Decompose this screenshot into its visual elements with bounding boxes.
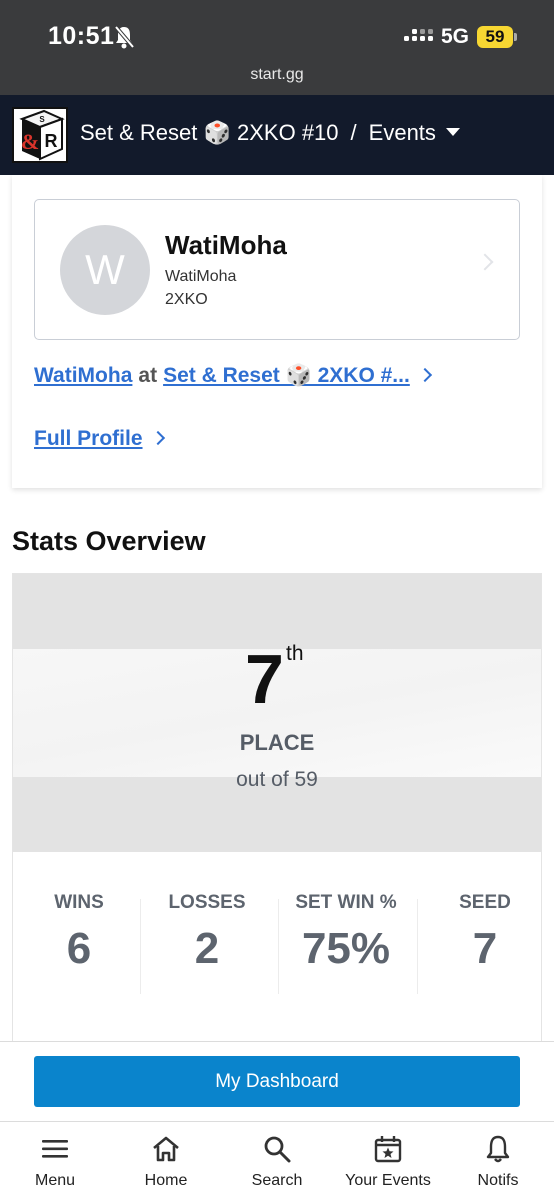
menu-icon (42, 1140, 68, 1158)
home-icon (153, 1136, 179, 1162)
caret-down-icon (445, 128, 460, 137)
status-bar: 10:51 5G 59 start.gg (0, 0, 554, 95)
bottom-bar: My Dashboard Menu Home Search Your Event… (0, 1041, 554, 1199)
calendar-star-icon (374, 1136, 402, 1163)
event-link-at: at (138, 364, 158, 387)
svg-text:&: & (21, 129, 39, 154)
tab-label: Notifs (477, 1172, 519, 1189)
tournament-title-link[interactable]: Set & Reset 🎲 2XKO #10 (80, 120, 339, 145)
tab-home[interactable]: Home (111, 1122, 221, 1199)
logo-icon: R & S (19, 109, 65, 161)
stat-seed: SEED 7 (419, 892, 551, 974)
player-name: WatiMoha (165, 230, 287, 260)
address-bar-url[interactable]: start.gg (0, 66, 554, 84)
stat-value: 7 (472, 924, 498, 973)
bell-icon (486, 1135, 510, 1163)
tab-your-events[interactable]: Your Events (333, 1122, 443, 1199)
player-game: 2XKO (165, 291, 208, 308)
header-breadcrumb: Set & Reset 🎲 2XKO #10 / Events (80, 120, 460, 146)
tab-label: Menu (34, 1172, 76, 1189)
events-dropdown[interactable]: Events (369, 120, 460, 145)
breadcrumb-separator: / (350, 120, 357, 145)
stat-value: 6 (66, 924, 92, 973)
tournament-logo[interactable]: R & S (12, 107, 68, 163)
tab-label: Search (251, 1172, 303, 1189)
svg-text:R: R (45, 131, 58, 151)
stat-set-win-pct: SET WIN % 75% (280, 892, 412, 974)
placement-total: out of 59 (236, 768, 318, 791)
placement-suffix: th (286, 642, 304, 665)
stats-overview-card: 7 th PLACE out of 59 WINS 6 LOSSES 2 SET… (12, 573, 542, 1043)
bell-muted-icon (114, 25, 135, 49)
chevron-right-icon (417, 367, 432, 383)
tab-label: Your Events (345, 1172, 431, 1189)
full-profile-link[interactable]: Full Profile (34, 427, 165, 451)
stat-value: 75% (301, 924, 391, 973)
site-header: R & S Set & Reset 🎲 2XKO #10 / Events (0, 95, 554, 175)
tab-search[interactable]: Search (222, 1122, 332, 1199)
chevron-right-icon (150, 430, 165, 446)
full-profile-label: Full Profile (34, 427, 143, 450)
tab-label: Home (144, 1172, 188, 1189)
event-link-event[interactable]: Set & Reset 🎲 2XKO #... (163, 364, 410, 387)
tab-menu[interactable]: Menu (0, 1122, 110, 1199)
my-dashboard-button[interactable]: My Dashboard (34, 1056, 520, 1107)
stat-value: 2 (194, 924, 220, 973)
player-event-link[interactable]: WatiMoha at Set & Reset 🎲 2XKO #... (34, 364, 432, 388)
chevron-right-icon (476, 253, 494, 271)
stats-overview-heading: Stats Overview (12, 526, 206, 556)
avatar: W (60, 225, 150, 315)
events-dropdown-label: Events (368, 120, 436, 145)
tab-notifs[interactable]: Notifs (443, 1122, 553, 1199)
tab-bar: Menu Home Search Your Events Notifs (0, 1121, 554, 1199)
placement-label: PLACE (239, 730, 315, 755)
network-type: 5G (441, 25, 470, 48)
stat-losses: LOSSES 2 (141, 892, 273, 974)
stat-label: WINS (54, 892, 104, 913)
search-icon (264, 1136, 291, 1163)
stat-label: SET WIN % (295, 892, 397, 913)
status-time: 10:51 (48, 22, 115, 50)
battery-icon: 59 (477, 26, 513, 48)
event-link-player[interactable]: WatiMoha (34, 364, 132, 387)
svg-text:S: S (39, 115, 45, 124)
player-card[interactable]: W WatiMoha WatiMoha 2XKO (34, 199, 520, 340)
stat-label: LOSSES (168, 892, 246, 913)
placement-number: 7 (245, 640, 284, 718)
signal-icon (404, 29, 433, 41)
stat-label: SEED (459, 892, 511, 913)
stat-divider (417, 899, 418, 994)
stat-wins: WINS 6 (13, 892, 145, 974)
battery-nub (514, 33, 517, 41)
stat-divider (278, 899, 279, 994)
player-gamer-tag: WatiMoha (165, 268, 237, 285)
player-panel: W WatiMoha WatiMoha 2XKO WatiMoha at Set &… (12, 175, 542, 488)
placement-banner: 7 th PLACE out of 59 (13, 574, 541, 852)
